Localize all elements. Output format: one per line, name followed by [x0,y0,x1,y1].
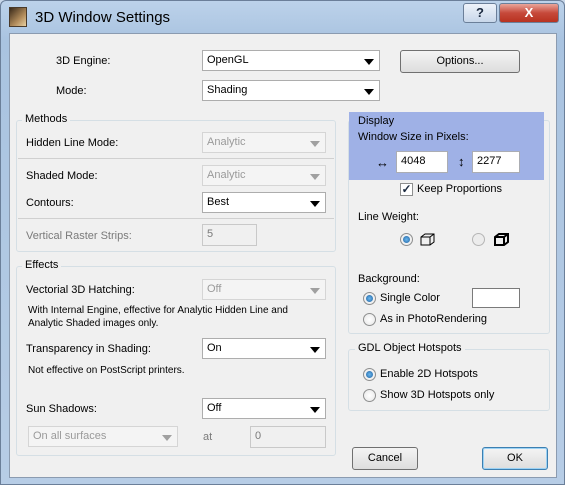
width-arrows-icon: ↔ [376,155,389,170]
contours-select[interactable]: Best [202,192,326,213]
chevron-down-icon [310,201,320,207]
height-arrows-icon: ↕ [458,154,465,169]
shaded-mode-label: Shaded Mode: [26,170,98,182]
contours-label: Contours: [26,197,74,209]
line-weight-label: Line Weight: [358,211,419,223]
gdl-hotspots-title: GDL Object Hotspots [355,342,465,354]
chevron-down-icon [310,407,320,413]
enable-2d-hotspots-label: Enable 2D Hotspots [380,368,478,380]
surfaces-select[interactable]: On all surfaces [28,426,178,447]
single-color-label: Single Color [380,292,440,304]
effects-title: Effects [22,259,62,271]
help-button[interactable]: ? [463,3,497,23]
chevron-down-icon [310,288,320,294]
hatching-note: With Internal Engine, effective for Anal… [28,305,288,329]
chevron-down-icon [310,141,320,147]
engine-select[interactable]: OpenGL [202,50,380,71]
hidden-line-label: Hidden Line Mode: [26,137,119,149]
raster-strips-input[interactable]: 5 [202,224,257,246]
dialog-client-area: 3D Engine: OpenGL Options... Mode: Shadi… [9,33,557,478]
raster-strips-label: Vertical Raster Strips: [26,230,132,242]
keep-proportions-label: Keep Proportions [417,183,502,195]
chevron-down-icon [364,89,374,95]
dialog-window: 3D Window Settings ? X 3D Engine: OpenGL… [0,0,565,485]
shaded-mode-select[interactable]: Analytic [202,165,326,186]
separator [18,158,334,159]
photo-rendering-radio[interactable] [363,313,376,326]
engine-label: 3D Engine: [56,55,111,67]
hatching-value: Off [207,283,222,295]
separator [18,218,334,219]
hidden-line-value: Analytic [207,136,246,148]
gdl-hotspots-group [348,349,550,411]
options-button[interactable]: Options... [400,50,520,73]
line-weight-radio-hairline[interactable] [400,233,413,246]
chevron-down-icon [310,174,320,180]
sun-shadows-value: Off [207,402,222,414]
methods-title: Methods [22,113,71,125]
chevron-down-icon [310,347,320,353]
transparency-label: Transparency in Shading: [26,343,151,355]
background-label: Background: [358,273,420,285]
width-input[interactable]: 4048 [396,151,448,173]
show-3d-hotspots-label: Show 3D Hotspots only [380,389,495,401]
sun-shadows-label: Sun Shadows: [26,403,97,415]
surfaces-value: On all surfaces [33,430,107,442]
keep-proportions-checkbox[interactable]: ✓ [400,183,413,196]
ok-button[interactable]: OK [482,447,548,470]
line-weight-radio-true[interactable] [472,233,485,246]
show-3d-hotspots-radio[interactable] [363,389,376,402]
at-input[interactable]: 0 [250,426,326,448]
mode-select[interactable]: Shading [202,80,380,101]
window-title: 3D Window Settings [35,9,171,26]
mode-select-value: Shading [207,84,248,96]
height-input[interactable]: 2277 [472,151,520,173]
cancel-button[interactable]: Cancel [352,447,418,470]
mode-label: Mode: [56,85,87,97]
background-color-swatch[interactable] [472,288,520,308]
display-title: Display [358,115,395,127]
transparency-value: On [207,342,222,354]
app-icon [9,7,27,27]
engine-select-value: OpenGL [207,54,249,66]
chevron-down-icon [364,59,374,65]
chevron-down-icon [162,435,172,441]
sun-shadows-select[interactable]: Off [202,398,326,419]
transparency-select[interactable]: On [202,338,326,359]
title-bar[interactable]: 3D Window Settings ? X [1,1,564,33]
photo-rendering-label: As in PhotoRendering [380,313,488,325]
thick-line-cube-icon [494,233,509,246]
single-color-radio[interactable] [363,292,376,305]
at-label: at [203,431,213,443]
hidden-line-select[interactable]: Analytic [202,132,326,153]
hatching-select[interactable]: Off [202,279,326,300]
shaded-mode-value: Analytic [207,169,246,181]
hatching-label: Vectorial 3D Hatching: [26,284,135,296]
enable-2d-hotspots-radio[interactable] [363,368,376,381]
thin-line-cube-icon [420,233,435,246]
window-size-label: Window Size in Pixels: [358,131,469,143]
close-button[interactable]: X [499,3,559,23]
contours-value: Best [207,196,230,208]
transparency-note: Not effective on PostScript printers. [28,365,185,376]
